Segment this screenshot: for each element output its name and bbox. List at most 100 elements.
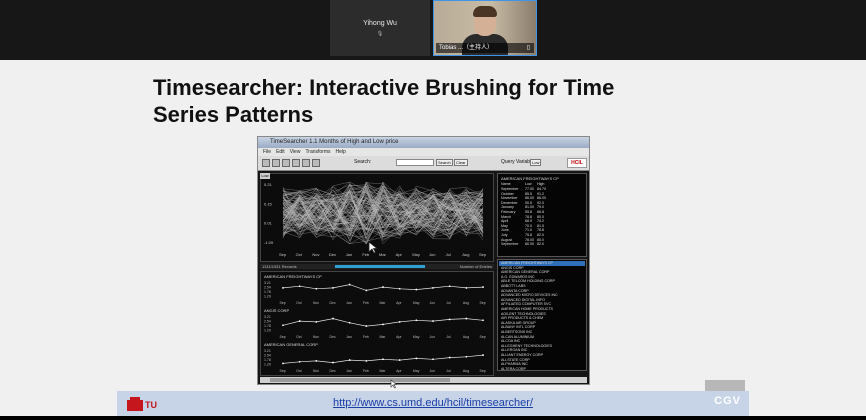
detail-y-tick: 2.54 — [264, 286, 271, 290]
detail-column-headers: Name Low High — [501, 182, 545, 186]
variable-timebox-icon[interactable] — [282, 159, 290, 167]
company-list-item[interactable]: ABBOTT LABS — [501, 284, 526, 288]
detail-x-tick: Sep — [480, 335, 486, 339]
video-bar: Yihong Wu 🎙 Tobias ...（主持人） ▯ — [0, 0, 866, 60]
timesearcher-screenshot: TimeSearcher 1.1 Months of High and Low … — [257, 136, 590, 385]
overview-x-tick: Jul — [446, 252, 451, 257]
company-list-item[interactable]: AIR PRODUCTS & CHEM — [501, 316, 543, 320]
detail-point — [348, 283, 351, 286]
detail-point — [415, 357, 418, 360]
company-list-item[interactable]: ALCOA INC — [501, 339, 520, 343]
slide-url-link[interactable]: http://www.cs.umd.edu/hcil/timesearcher/ — [117, 397, 749, 409]
detail-table-row: April 68.9 74.2 — [501, 219, 544, 224]
detail-x-tick: Aug — [463, 369, 469, 373]
detail-x-tick: Dec — [330, 369, 336, 373]
tab-low[interactable]: Low — [260, 173, 270, 179]
detail-charts: AMERICAN FREIGHTWAYS CP3.212.541.781.29S… — [264, 274, 486, 373]
leader-tool-icon[interactable] — [302, 159, 310, 167]
search-button[interactable]: Search — [436, 159, 453, 166]
detail-x-tick: Feb — [363, 335, 369, 339]
company-list-item[interactable]: AMERICAN HOME PRODUCTS — [501, 307, 553, 311]
detail-point — [282, 287, 284, 289]
detail-x-tick: Sep — [280, 301, 286, 305]
angular-query-icon[interactable] — [292, 159, 300, 167]
query-variable-select[interactable]: Low — [530, 159, 542, 166]
app-menu-bar: File Edit View Transforms Help — [258, 148, 589, 156]
menu-help[interactable]: Help — [336, 149, 346, 155]
participant-name: Yihong Wu — [363, 20, 397, 27]
detail-y-tick: 1.78 — [264, 290, 271, 294]
company-list-item[interactable]: ALBERTSONS INC — [501, 330, 532, 334]
detail-point — [482, 354, 484, 356]
detail-y-tick: 1.29 — [264, 363, 271, 367]
company-list-item[interactable]: ADVANCED MICRO DEVICES INC — [501, 293, 558, 297]
company-list-item[interactable]: ALPHARMA INC — [501, 362, 528, 366]
company-list-item[interactable]: ABLE TELCOM HOLDING CORP — [501, 279, 555, 283]
company-list-item[interactable]: ALASKA AIR GROUP — [501, 321, 536, 325]
company-list-item[interactable]: ALLEGHENY TECHNOLOGIES — [501, 344, 552, 348]
progress-fill — [335, 265, 425, 268]
horizontal-scrollbar[interactable] — [260, 377, 587, 383]
participant-label: Tobias ...（主持人） ▯ — [436, 43, 534, 53]
brush-tool-icon[interactable] — [312, 159, 320, 167]
detail-x-tick: Feb — [363, 301, 369, 305]
overview-x-tick: Jan — [346, 252, 352, 257]
company-list-item[interactable]: ALTERA CORP — [501, 367, 526, 370]
company-list-item[interactable]: ADVANCED DIGITAL INFO — [501, 298, 545, 302]
menu-edit[interactable]: Edit — [276, 149, 285, 155]
detail-point — [415, 319, 418, 322]
detail-table-row: September 80.00 82.0 — [501, 242, 544, 247]
detail-y-tick: 3.21 — [264, 315, 271, 319]
company-list-item[interactable]: ALCAN ALUMINIUM — [501, 335, 534, 339]
mic-icon: ▯ — [526, 45, 530, 51]
detail-point — [298, 360, 301, 363]
person-hair — [473, 6, 497, 17]
detail-point — [332, 287, 334, 289]
company-list-item[interactable]: AMERICAN FREIGHTWAYS CP — [501, 261, 553, 265]
detail-table-row: December 90.5 92.0 — [501, 200, 544, 205]
company-list-item[interactable]: ALLIANT ENERGY CORP — [501, 353, 543, 357]
pointer-tool-icon[interactable] — [262, 159, 270, 167]
company-list-item[interactable]: ALBANY INTL CORP — [501, 325, 535, 329]
detail-point — [365, 289, 368, 292]
detail-point — [432, 320, 434, 322]
company-list-item[interactable]: ALLSTATE CORP — [501, 358, 530, 362]
company-list[interactable]: AMERICAN FREIGHTWAYS CP ANGIS CORP AMERICA… — [497, 259, 587, 371]
company-list-item[interactable]: AGILENT TECHNOLOGIES — [501, 312, 546, 316]
company-list-item[interactable]: AMERICAN GENERAL CORP — [501, 270, 549, 274]
participant-tile-yihong[interactable]: Yihong Wu 🎙 — [330, 0, 430, 56]
detail-table-row: March 78.8 80.0 — [501, 214, 544, 219]
menu-file[interactable]: File — [263, 149, 271, 155]
company-list-item[interactable]: ANGIS CORP — [501, 266, 524, 270]
status-bar: 1311/1931 Records Number of Entries — [260, 264, 494, 269]
company-list-item[interactable]: A.G. EDWARDS INC — [501, 275, 535, 279]
detail-table-row: July 75.8 82.0 — [501, 233, 544, 237]
detail-point — [465, 355, 468, 358]
detail-x-tick: Oct — [296, 369, 301, 373]
detail-y-tick: 1.78 — [264, 324, 271, 328]
detail-x-tick: Sep — [480, 301, 486, 305]
menu-view[interactable]: View — [290, 149, 301, 155]
search-input[interactable] — [396, 159, 434, 166]
company-list-item[interactable]: AFFILIATED COMPUTER SVC — [501, 302, 551, 306]
detail-table-row: August 78.00 80.0 — [501, 237, 544, 242]
company-list-item[interactable]: ALLERGAN INC — [501, 348, 527, 352]
detail-table-row: September 77.00 84.70 — [501, 187, 546, 191]
detail-point — [365, 360, 368, 362]
overview-x-tick: Oct — [296, 252, 303, 257]
overview-x-tick: Sep — [479, 252, 487, 257]
detail-x-tick: Mar — [380, 301, 387, 305]
scrollbar-thumb[interactable] — [270, 378, 450, 382]
timebox-tool-icon[interactable] — [272, 159, 280, 167]
company-list-item[interactable]: ADVANTA CORP — [501, 289, 529, 293]
detail-plots[interactable]: AMERICAN FREIGHTWAYS CP 3.21 2.54 1.78 1.29 S… — [260, 271, 494, 376]
muted-mic-icon: 🎙 — [376, 31, 384, 37]
detail-point — [432, 358, 434, 361]
detail-point — [448, 356, 451, 359]
detail-point — [315, 360, 318, 362]
participant-tile-tobias[interactable]: Tobias ...（主持人） ▯ — [433, 0, 537, 56]
detail-point — [465, 317, 468, 320]
menu-transforms[interactable]: Transforms — [305, 149, 330, 155]
clear-button[interactable]: Clear — [454, 159, 468, 166]
detail-plot-title: AMERICAN GENERAL CORP — [264, 342, 318, 347]
